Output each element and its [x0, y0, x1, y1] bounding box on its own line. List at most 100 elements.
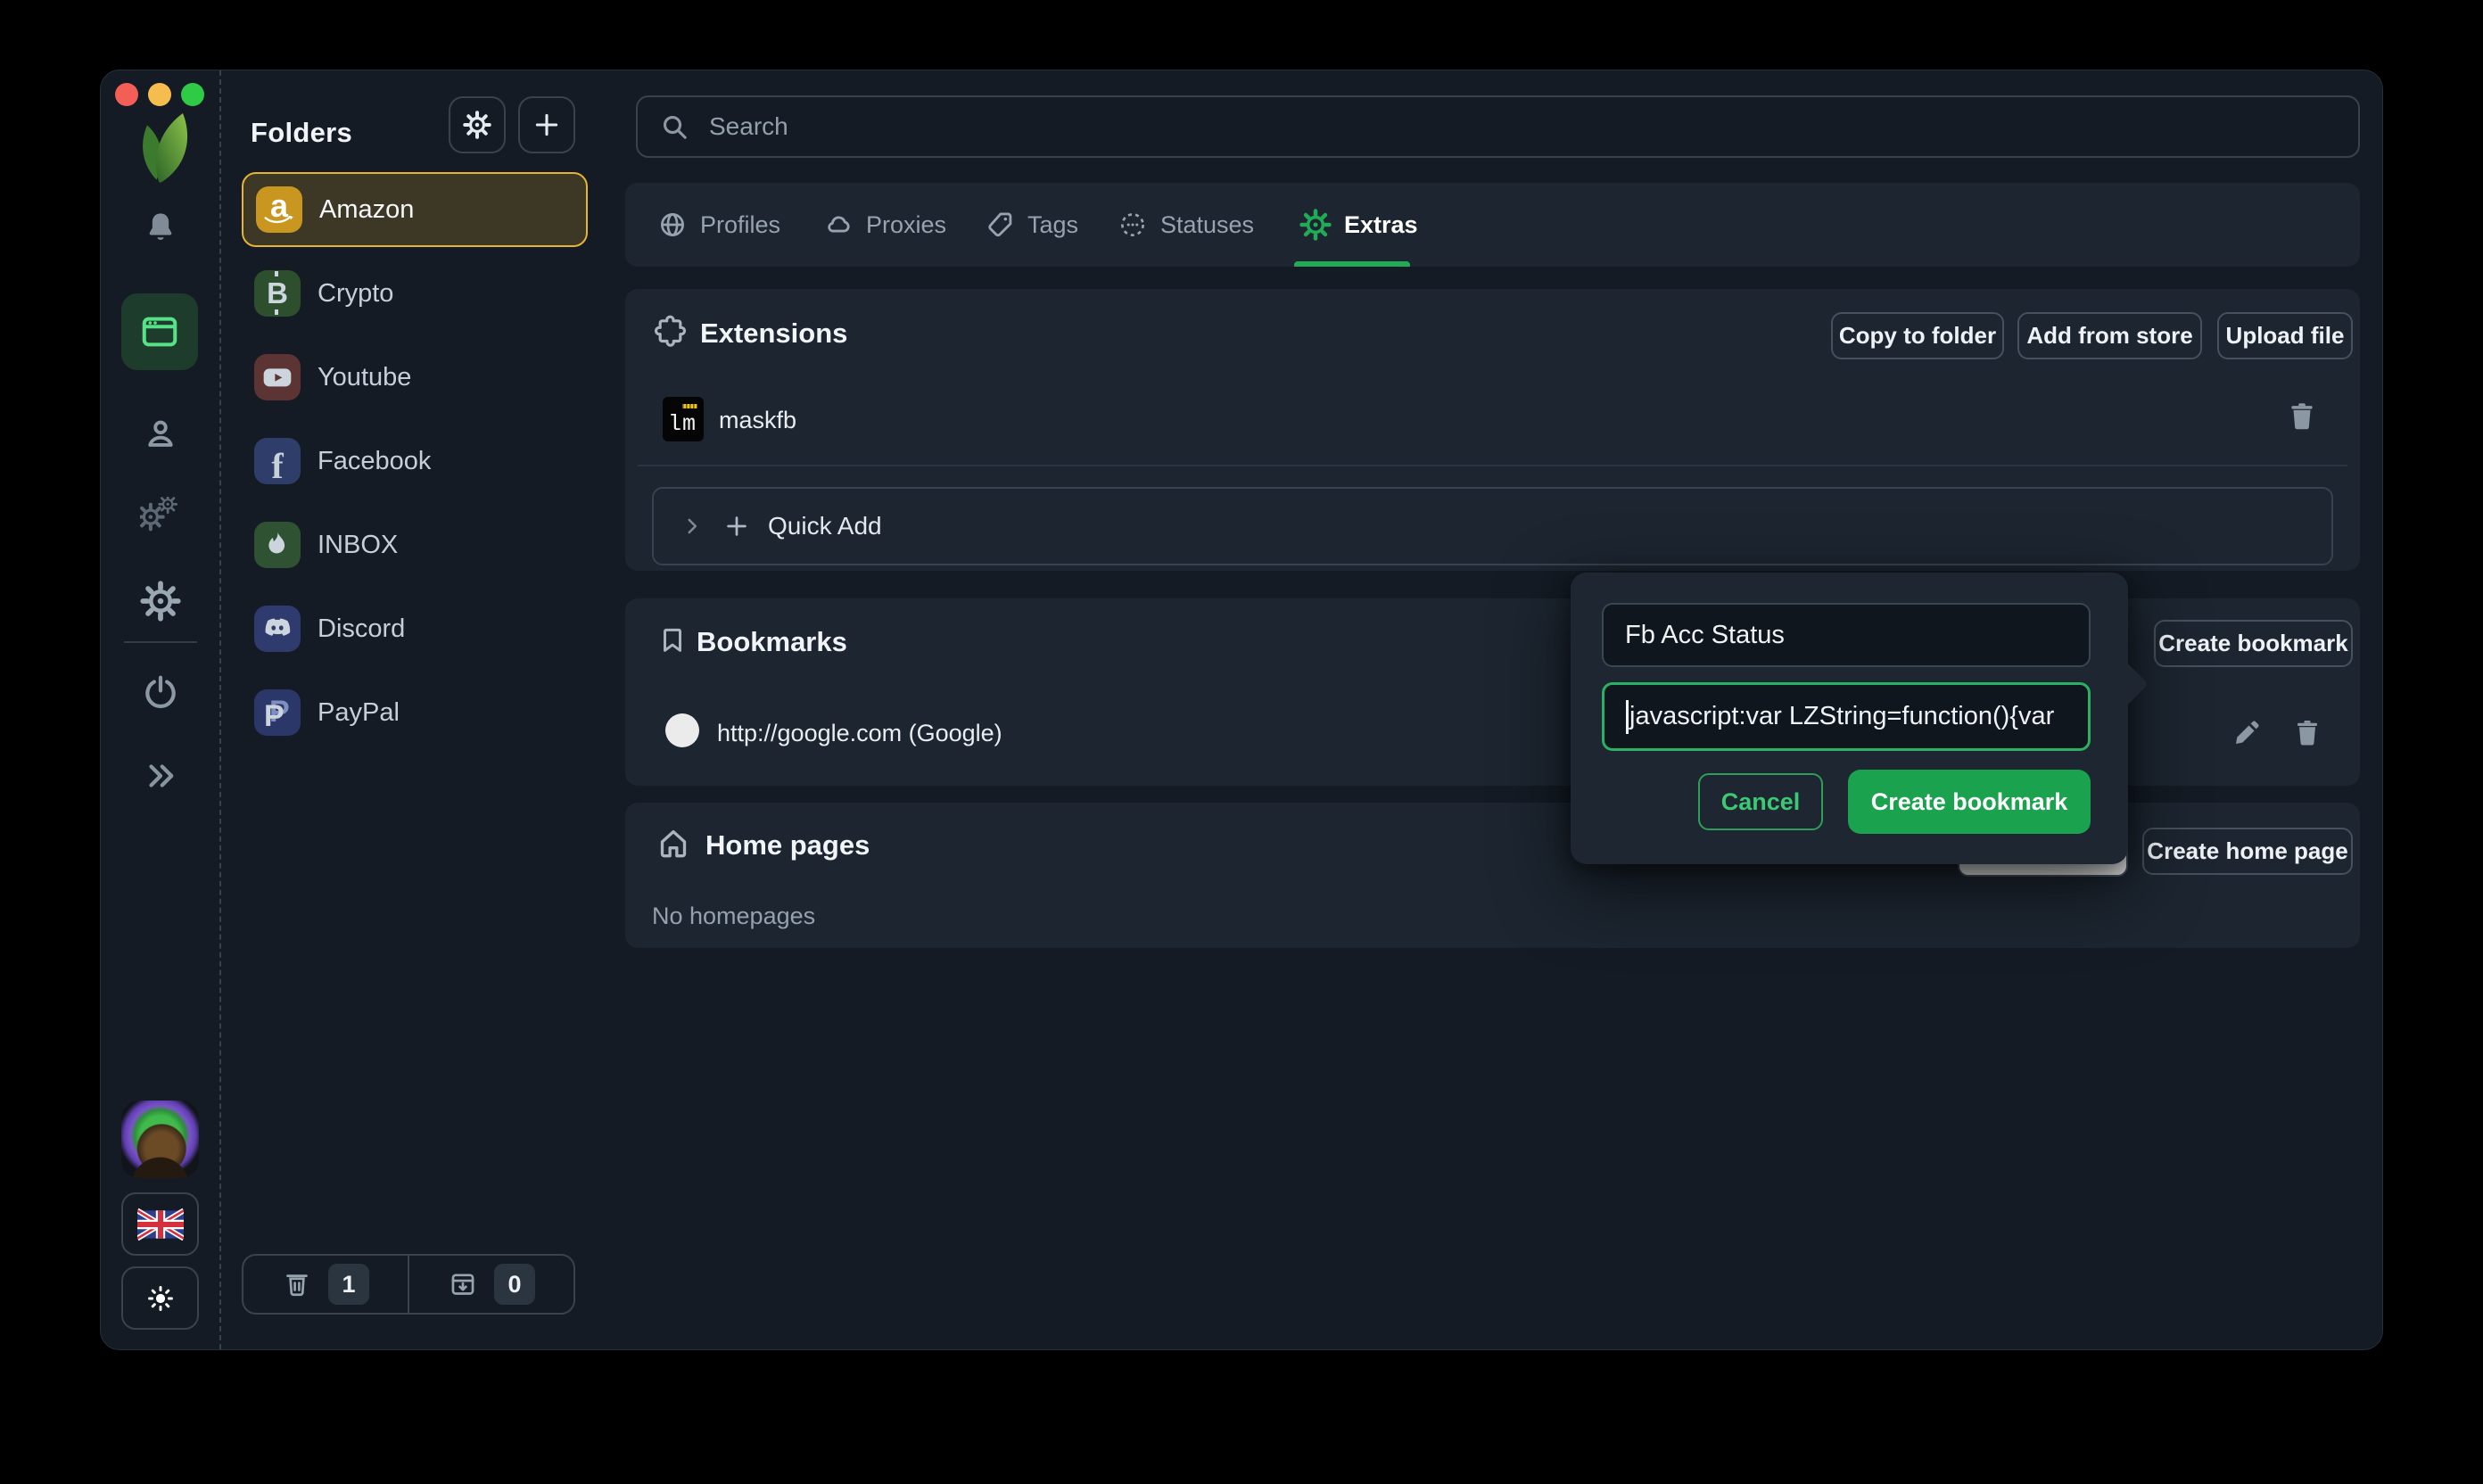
chevron-right-icon: [681, 515, 704, 538]
extensions-section: Extensions Copy to folder Add from store…: [625, 289, 2360, 571]
browser-windows-icon: [139, 311, 180, 352]
language-flag-button[interactable]: [121, 1192, 199, 1256]
rail-item-power[interactable]: [141, 673, 180, 713]
tab-proxies[interactable]: Proxies: [823, 183, 946, 267]
trash-icon: [282, 1269, 312, 1299]
edit-bookmark-button[interactable]: [2231, 717, 2263, 749]
tab-label: Tags: [1027, 211, 1078, 239]
bookmarks-title: Bookmarks: [697, 626, 847, 658]
collapse-chevrons-icon: [142, 757, 179, 795]
rail-divider-line: [124, 641, 197, 643]
discord-icon: [254, 606, 301, 652]
tab-statuses[interactable]: Statuses: [1118, 183, 1254, 267]
folder-item-youtube[interactable]: Youtube: [242, 340, 588, 415]
extensions-divider: [638, 465, 2347, 466]
youtube-icon: [254, 354, 301, 400]
folder-item-paypal[interactable]: P P PayPal: [242, 675, 588, 750]
upload-file-button[interactable]: Upload file: [2217, 312, 2353, 359]
automation-gears-icon: [140, 497, 181, 538]
flame-icon: [254, 522, 301, 568]
folder-item-facebook[interactable]: f Facebook: [242, 424, 588, 499]
search-icon: [659, 111, 689, 142]
active-tab-underline: [1294, 261, 1410, 267]
bitcoin-icon: B: [254, 270, 301, 317]
delete-extension-button[interactable]: [2285, 400, 2319, 433]
folders-settings-button[interactable]: [449, 96, 506, 153]
delete-bookmark-button[interactable]: [2291, 717, 2323, 749]
bookmark-favicon: [665, 713, 699, 747]
create-bookmark-button[interactable]: Create bookmark: [2154, 620, 2353, 667]
bookmark-url: http://google.com (Google): [717, 720, 1002, 747]
settings-gear-icon: [140, 581, 181, 622]
folder-item-inbox[interactable]: INBOX: [242, 507, 588, 582]
facebook-icon: f: [254, 438, 301, 484]
trash-folders-button[interactable]: 1: [243, 1256, 408, 1313]
gear-icon: [1299, 209, 1332, 241]
search-bar[interactable]: [636, 95, 2360, 158]
rail-item-automation[interactable]: [140, 497, 181, 538]
folder-item-discord[interactable]: Discord: [242, 591, 588, 666]
notifications-bell-button[interactable]: [144, 210, 177, 243]
traffic-zoom-button[interactable]: [181, 83, 204, 106]
power-icon: [141, 673, 180, 713]
quick-add-label: Quick Add: [768, 512, 882, 540]
traffic-close-button[interactable]: [115, 83, 138, 106]
quick-add-row[interactable]: Quick Add: [652, 487, 2333, 565]
rail-panel-divider: [219, 70, 221, 1349]
app-window: Folders a Amazon B: [100, 70, 2383, 1350]
amazon-icon: a: [256, 186, 302, 233]
add-folder-button[interactable]: [518, 96, 575, 153]
copy-to-folder-button[interactable]: Copy to folder: [1831, 312, 2004, 359]
gear-icon: [463, 111, 491, 139]
extensions-title: Extensions: [700, 317, 847, 350]
folder-label: INBOX: [318, 531, 398, 560]
popup-create-bookmark-button[interactable]: Create bookmark: [1848, 770, 2091, 834]
theme-toggle-button[interactable]: [121, 1266, 199, 1330]
archived-folders-button[interactable]: 0: [408, 1256, 573, 1313]
tab-profiles[interactable]: Profiles: [657, 183, 780, 267]
rail-item-browser-profiles[interactable]: [121, 293, 198, 370]
search-input[interactable]: [709, 112, 2337, 141]
archive-icon: [448, 1269, 478, 1299]
folder-label: Youtube: [318, 363, 411, 392]
tag-icon: [985, 210, 1015, 240]
cancel-button[interactable]: Cancel: [1698, 773, 1823, 830]
tab-label: Statuses: [1160, 211, 1254, 239]
paypal-icon: P P: [254, 689, 301, 736]
puzzle-icon: [652, 314, 688, 350]
rail-item-settings[interactable]: [140, 581, 181, 622]
tab-extras[interactable]: Extras: [1299, 183, 1418, 267]
folder-counters: 1 0: [242, 1254, 575, 1315]
folder-label: Amazon: [319, 195, 414, 225]
home-pages-title: Home pages: [705, 829, 870, 862]
cloud-icon: [823, 210, 854, 240]
plus-icon: [532, 110, 562, 140]
theme-sun-icon: [145, 1283, 176, 1314]
tab-label: Extras: [1344, 211, 1418, 239]
folder-item-amazon[interactable]: a Amazon: [242, 172, 588, 247]
no-homepages-text: No homepages: [652, 903, 815, 930]
left-rail: [101, 70, 219, 1349]
rail-item-account[interactable]: [142, 415, 179, 452]
bookmark-url-input[interactable]: javascript:var LZString=function(){var: [1602, 682, 2091, 751]
maskfb-glyph-text: lm: [668, 411, 697, 437]
tab-label: Profiles: [700, 211, 780, 239]
text-caret: [1626, 700, 1629, 734]
app-logo: [133, 106, 197, 185]
folder-item-crypto[interactable]: B Crypto: [242, 256, 588, 331]
user-avatar[interactable]: [121, 1101, 199, 1178]
bookmark-icon: [657, 625, 688, 655]
plus-icon: [723, 513, 750, 540]
add-from-store-button[interactable]: Add from store: [2017, 312, 2202, 359]
rail-collapse-button[interactable]: [142, 757, 179, 795]
tab-bar: Profiles Proxies Tags Statuses Ex: [625, 183, 2360, 267]
create-home-page-button[interactable]: Create home page: [2142, 828, 2353, 875]
tab-tags[interactable]: Tags: [985, 183, 1078, 267]
folder-label: Discord: [318, 614, 405, 644]
home-icon: [656, 826, 691, 862]
extension-name: maskfb: [719, 407, 796, 434]
archive-count-badge: 0: [494, 1264, 535, 1305]
folder-label: Crypto: [318, 279, 393, 309]
bookmark-name-input[interactable]: Fb Acc Status: [1602, 603, 2091, 667]
traffic-minimize-button[interactable]: [148, 83, 171, 106]
